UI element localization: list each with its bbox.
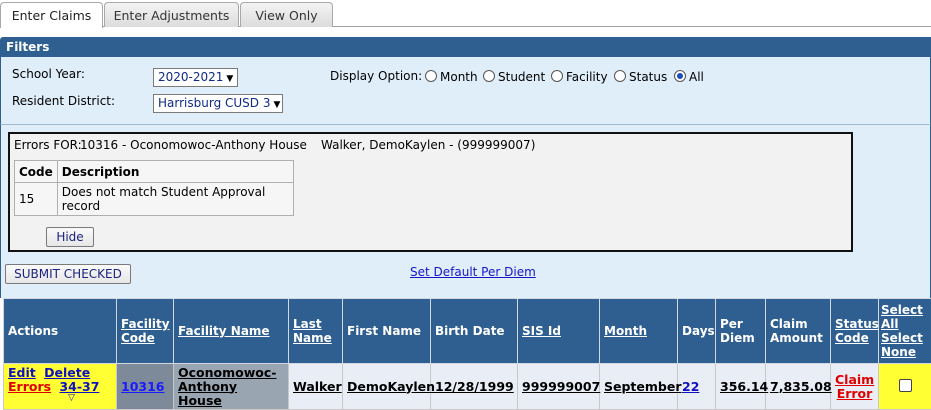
col-sis-id[interactable]: SIS Id xyxy=(518,299,600,364)
school-year-label: School Year: xyxy=(12,67,85,81)
radio-status[interactable] xyxy=(614,70,626,82)
radio-month-label: Month xyxy=(440,70,478,84)
row-per-diem: 356.14 xyxy=(716,364,766,410)
row-sis-id: 999999007 xyxy=(518,364,600,410)
resident-district-label: Resident District: xyxy=(12,94,115,108)
tab-enter-adjustments[interactable]: Enter Adjustments xyxy=(104,2,239,27)
col-actions: Actions xyxy=(4,299,117,364)
row-birth-date: 12/28/1999 xyxy=(431,364,518,410)
error-description: Does not match Student Approval record xyxy=(57,183,293,216)
col-select: Select All Select None xyxy=(879,299,931,364)
radio-all[interactable] xyxy=(674,70,686,82)
school-year-value: 2020-2021 xyxy=(158,70,223,84)
errors-col-description: Description xyxy=(57,161,293,183)
tab-enter-claims[interactable]: Enter Claims xyxy=(0,2,103,28)
school-year-select[interactable]: 2020-2021▼ xyxy=(153,68,238,87)
col-per-diem: Per Diem xyxy=(716,299,766,364)
submit-checked-button[interactable]: SUBMIT CHECKED xyxy=(5,264,131,284)
hide-button[interactable]: Hide xyxy=(46,227,94,247)
radio-facility-label: Facility xyxy=(566,70,608,84)
errors-for-label: Errors FOR: xyxy=(14,138,82,152)
col-birth-date: Birth Date xyxy=(431,299,518,364)
col-month[interactable]: Month xyxy=(600,299,678,364)
facility-code-link[interactable]: 10316 xyxy=(121,379,165,394)
row-facility-name: Oconomowoc-Anthony House xyxy=(174,364,289,410)
radio-status-label: Status xyxy=(629,70,667,84)
error-codes-link[interactable]: 34-37 xyxy=(59,379,99,394)
row-claim-amount: 7,835.08 xyxy=(766,364,831,410)
tab-view-only[interactable]: View Only xyxy=(240,2,333,27)
row-facility-code[interactable]: 10316 xyxy=(117,364,174,410)
errors-student: Walker, DemoKaylen - (999999007) xyxy=(321,138,535,152)
col-facility-name[interactable]: Facility Name xyxy=(174,299,289,364)
filters-panel xyxy=(0,57,931,125)
errors-facility: 10316 - Oconomowoc-Anthony House xyxy=(80,138,307,152)
row-first-name: DemoKaylen xyxy=(343,364,431,410)
col-last-name[interactable]: Last Name xyxy=(289,299,343,364)
filters-header: Filters xyxy=(0,37,931,57)
delete-link[interactable]: Delete xyxy=(44,365,90,380)
errors-link[interactable]: Errors xyxy=(8,379,51,394)
row-select-checkbox[interactable] xyxy=(899,379,912,392)
radio-month[interactable] xyxy=(425,70,437,82)
col-days: Days xyxy=(678,299,716,364)
display-option-label: Display Option: xyxy=(330,69,422,83)
grid-header-row: Actions Facility Code Facility Name Last… xyxy=(4,299,931,364)
row-month: September xyxy=(600,364,678,410)
radio-all-label: All xyxy=(689,70,704,84)
row-actions-cell: Edit Delete Errors 34-37 ▽ xyxy=(4,364,117,410)
col-status-code[interactable]: Status Code xyxy=(831,299,879,364)
radio-student-label: Student xyxy=(498,70,545,84)
row-status-link[interactable]: Claim Error xyxy=(831,364,879,410)
table-row: 15 Does not match Student Approval recor… xyxy=(15,183,294,216)
resident-district-select[interactable]: Harrisburg CUSD 3▼ xyxy=(153,94,283,113)
chevron-down-icon[interactable]: ▽ xyxy=(68,394,112,402)
edit-link[interactable]: Edit xyxy=(8,365,36,380)
radio-facility[interactable] xyxy=(551,70,563,82)
tab-bar: Enter Claims Enter Adjustments View Only xyxy=(0,0,931,27)
errors-table: Code Description 15 Does not match Stude… xyxy=(14,160,294,216)
row-last-name: Walker xyxy=(289,364,343,410)
errors-table-header: Code Description xyxy=(15,161,294,183)
errors-col-code: Code xyxy=(15,161,58,183)
radio-student[interactable] xyxy=(483,70,495,82)
chevron-down-icon: ▼ xyxy=(273,97,280,114)
col-facility-code[interactable]: Facility Code xyxy=(117,299,174,364)
table-row: Edit Delete Errors 34-37 ▽ 10316 Oconomo… xyxy=(4,364,931,410)
select-none-link[interactable]: Select None xyxy=(881,331,929,359)
row-days[interactable]: 22 xyxy=(678,364,716,410)
col-claim-amount: Claim Amount xyxy=(766,299,831,364)
error-code: 15 xyxy=(15,183,58,216)
chevron-down-icon: ▼ xyxy=(226,71,233,88)
select-all-link[interactable]: Select All xyxy=(881,303,929,331)
set-default-per-diem-link[interactable]: Set Default Per Diem xyxy=(410,265,536,279)
claims-table: Actions Facility Code Facility Name Last… xyxy=(3,298,931,410)
row-select-cell xyxy=(879,364,931,410)
resident-district-value: Harrisburg CUSD 3 xyxy=(158,96,270,110)
col-first-name: First Name xyxy=(343,299,431,364)
